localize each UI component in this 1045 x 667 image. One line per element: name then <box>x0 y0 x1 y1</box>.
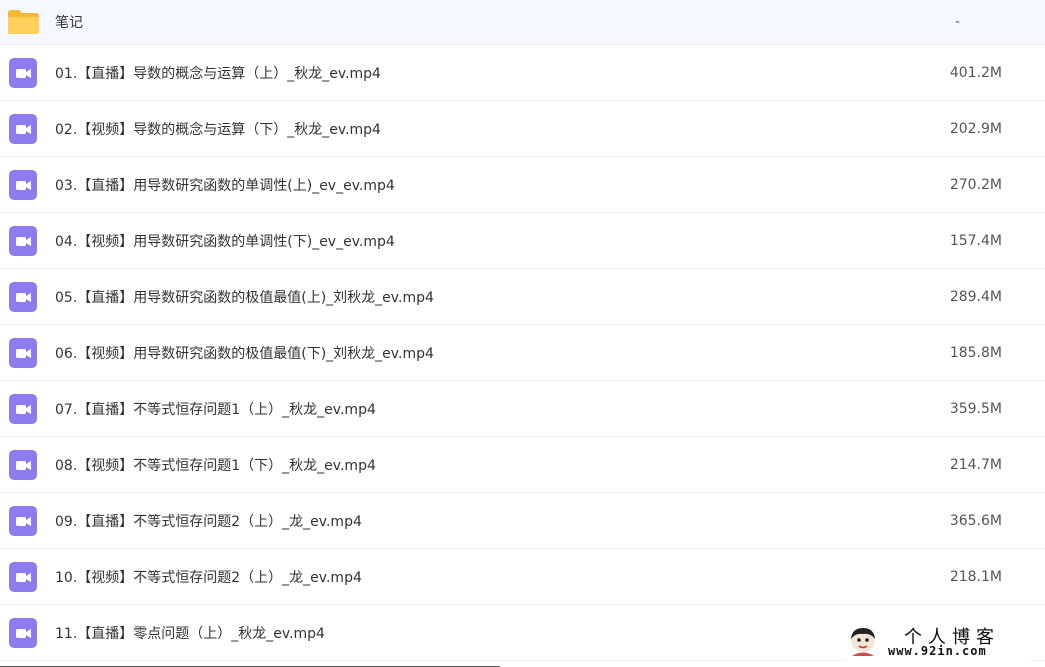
watermark: 个人博客 www.92in.com <box>846 623 1031 663</box>
list-item-video[interactable]: 08.【视频】不等式恒存问题1（下）_秋龙_ev.mp4 214.7M <box>0 437 1045 493</box>
file-name: 02.【视频】导数的概念与运算（下）_秋龙_ev.mp4 <box>55 121 381 138</box>
file-size: 218.1M <box>949 568 1002 585</box>
file-name: 笔记 <box>55 15 83 31</box>
video-file-icon <box>9 169 37 200</box>
file-size: 270.2M <box>949 176 1002 193</box>
video-file-icon <box>9 393 37 424</box>
video-file-icon <box>9 617 37 648</box>
file-size: - <box>954 14 960 30</box>
list-item-video[interactable]: 09.【直播】不等式恒存问题2（上）_龙_ev.mp4 365.6M <box>0 493 1045 549</box>
video-file-icon <box>9 225 37 256</box>
file-name: 08.【视频】不等式恒存问题1（下）_秋龙_ev.mp4 <box>55 457 376 474</box>
list-item-folder-notes[interactable]: 笔记 - <box>0 0 1045 45</box>
video-file-icon <box>9 113 37 144</box>
file-name: 10.【视频】不等式恒存问题2（上）_龙_ev.mp4 <box>55 569 362 586</box>
file-size: 401.2M <box>949 64 1002 81</box>
file-name: 06.【视频】用导数研究函数的极值最值(下)_刘秋龙_ev.mp4 <box>55 345 434 362</box>
video-file-icon <box>9 281 37 312</box>
list-item-video[interactable]: 07.【直播】不等式恒存问题1（上）_秋龙_ev.mp4 359.5M <box>0 381 1045 437</box>
video-file-icon <box>9 449 37 480</box>
list-item-video[interactable]: 05.【直播】用导数研究函数的极值最值(上)_刘秋龙_ev.mp4 289.4M <box>0 269 1045 325</box>
file-size: 214.7M <box>949 456 1002 473</box>
video-file-icon <box>9 561 37 592</box>
video-file-icon <box>9 57 37 88</box>
file-list: 笔记 - 01.【直播】导数的概念与运算（上）_秋龙_ev.mp4 401.2M… <box>0 0 1045 667</box>
video-file-icon <box>9 337 37 368</box>
list-item-video[interactable]: 03.【直播】用导数研究函数的单调性(上)_ev_ev.mp4 270.2M <box>0 157 1045 213</box>
file-size: 289.4M <box>949 288 1002 305</box>
list-item-video[interactable]: 10.【视频】不等式恒存问题2（上）_龙_ev.mp4 218.1M <box>0 549 1045 605</box>
list-item-video[interactable]: 02.【视频】导数的概念与运算（下）_秋龙_ev.mp4 202.9M <box>0 101 1045 157</box>
file-name: 05.【直播】用导数研究函数的极值最值(上)_刘秋龙_ev.mp4 <box>55 289 434 306</box>
file-size: 157.4M <box>949 232 1002 249</box>
file-name: 11.【直播】零点问题（上）_秋龙_ev.mp4 <box>55 625 325 642</box>
file-name: 04.【视频】用导数研究函数的单调性(下)_ev_ev.mp4 <box>55 233 395 250</box>
video-file-icon <box>9 505 37 536</box>
file-name: 03.【直播】用导数研究函数的单调性(上)_ev_ev.mp4 <box>55 177 395 194</box>
file-size: 365.6M <box>949 512 1002 529</box>
file-size: 185.8M <box>949 344 1002 361</box>
file-size: 359.5M <box>949 400 1002 417</box>
file-name: 09.【直播】不等式恒存问题2（上）_龙_ev.mp4 <box>55 513 362 530</box>
file-name: 07.【直播】不等式恒存问题1（上）_秋龙_ev.mp4 <box>55 401 376 418</box>
list-item-video[interactable]: 06.【视频】用导数研究函数的极值最值(下)_刘秋龙_ev.mp4 185.8M <box>0 325 1045 381</box>
file-size: 202.9M <box>949 120 1002 137</box>
watermark-url: www.92in.com <box>888 644 987 658</box>
file-name: 01.【直播】导数的概念与运算（上）_秋龙_ev.mp4 <box>55 65 381 82</box>
list-item-video[interactable]: 01.【直播】导数的概念与运算（上）_秋龙_ev.mp4 401.2M <box>0 45 1045 101</box>
folder-icon <box>8 10 39 34</box>
avatar-icon <box>851 628 875 656</box>
list-item-video[interactable]: 04.【视频】用导数研究函数的单调性(下)_ev_ev.mp4 157.4M <box>0 213 1045 269</box>
